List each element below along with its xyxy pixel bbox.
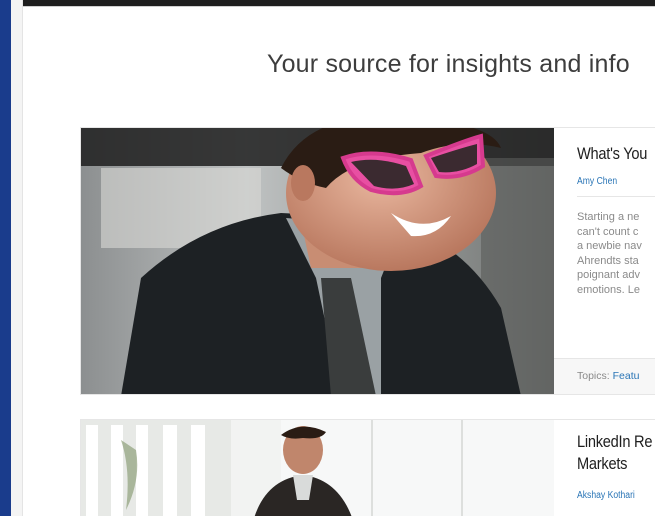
excerpt-line: poignant adv (577, 269, 640, 282)
article-excerpt: Starting a ne can't count c a newbie nav… (577, 210, 655, 298)
article-card[interactable]: LinkedIn Re Markets Akshay Kothari (80, 419, 655, 516)
excerpt-line: emotions. Le (577, 283, 640, 296)
article-author[interactable]: Amy Chen (577, 176, 617, 187)
article-author[interactable]: Akshay Kothari (577, 490, 635, 501)
excerpt-line: can't count c (577, 225, 639, 238)
top-banner-border (23, 6, 655, 7)
article-title[interactable]: LinkedIn Re Markets (577, 431, 655, 475)
article-body: What's You Amy Chen Starting a ne can't … (554, 128, 655, 394)
article-image[interactable] (81, 128, 554, 394)
article-image[interactable] (81, 420, 554, 516)
topics-label: Topics: (577, 370, 610, 382)
page-tagline: Your source for insights and info (267, 50, 630, 78)
excerpt-line: Starting a ne (577, 211, 640, 223)
browser-left-edge (0, 0, 11, 516)
page-left-gutter (11, 0, 23, 516)
article-title[interactable]: What's You (577, 144, 647, 164)
article-footer: Topics: Featu (554, 358, 655, 394)
article-topics: Topics: Featu (577, 370, 639, 382)
excerpt-line: a newbie nav (577, 240, 642, 253)
article-body: LinkedIn Re Markets Akshay Kothari (554, 420, 655, 516)
topic-link[interactable]: Featu (613, 370, 640, 382)
excerpt-line: Ahrendts sta (577, 254, 639, 267)
article-divider (577, 196, 655, 197)
article-card[interactable]: What's You Amy Chen Starting a ne can't … (80, 127, 655, 395)
